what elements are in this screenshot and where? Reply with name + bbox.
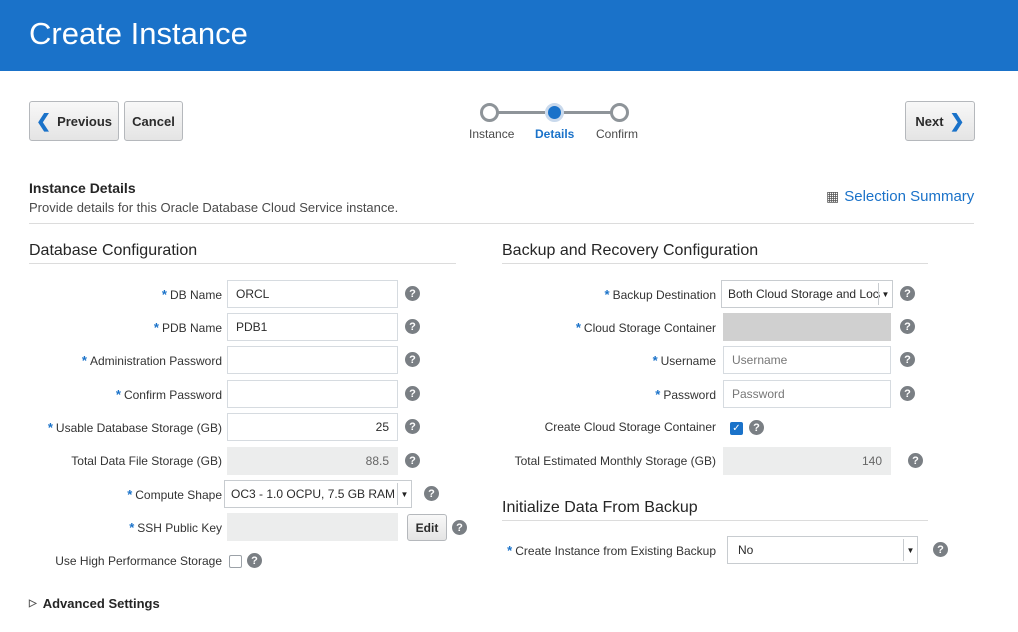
divider (29, 223, 974, 224)
divider (29, 263, 456, 264)
chevron-down-icon: ▼ (903, 539, 917, 561)
usable-storage-input[interactable]: 25 (227, 413, 398, 441)
admin-password-label: * Administration Password (81, 353, 222, 368)
backup-destination-label: * Backup Destination (604, 287, 716, 302)
high-perf-storage-label: Use High Performance Storage (55, 554, 222, 568)
train-connector (495, 111, 545, 114)
password-placeholder: Password (732, 387, 785, 401)
help-icon[interactable]: ? (908, 453, 923, 468)
usable-storage-label: * Usable Database Storage (GB) (47, 420, 222, 435)
triangle-right-icon: ▷ (29, 598, 37, 609)
page-title: Create Instance (29, 16, 248, 51)
total-data-storage-value: 88.5 (227, 447, 398, 475)
create-container-checkbox[interactable]: ✓ (730, 422, 743, 435)
help-icon[interactable]: ? (452, 520, 467, 535)
page-header: Create Instance (0, 0, 1018, 71)
help-icon[interactable]: ? (900, 286, 915, 301)
cloud-container-input[interactable] (723, 313, 891, 341)
admin-password-input[interactable] (227, 346, 398, 374)
train-stop-confirm[interactable] (610, 103, 629, 122)
monthly-storage-label: Total Estimated Monthly Storage (GB) (514, 454, 716, 468)
cancel-button[interactable]: Cancel (124, 101, 183, 141)
compute-shape-label: * Compute Shape (127, 487, 222, 502)
compute-shape-select[interactable]: OC3 - 1.0 OCPU, 7.5 GB RAM ▼ (224, 480, 412, 508)
train-stop-instance[interactable] (480, 103, 499, 122)
chevron-right-icon: ❯ (949, 111, 965, 131)
help-icon[interactable]: ? (405, 286, 420, 301)
selection-summary-link[interactable]: ▦ Selection Summary (826, 188, 974, 205)
previous-label: Previous (57, 113, 112, 129)
initialize-title: Initialize Data From Backup (502, 499, 698, 516)
username-placeholder: Username (732, 353, 788, 367)
database-config-title: Database Configuration (29, 242, 198, 259)
summary-icon: ▦ (826, 188, 840, 204)
chevron-down-icon: ▼ (397, 483, 411, 505)
username-label: * Username (652, 353, 716, 368)
edit-ssh-key-button[interactable]: Edit (407, 514, 447, 541)
train-stop-details[interactable] (545, 103, 564, 122)
confirm-password-input[interactable] (227, 380, 398, 408)
divider (502, 263, 928, 264)
help-icon[interactable]: ? (405, 352, 420, 367)
help-icon[interactable]: ? (405, 319, 420, 334)
ssh-key-value (227, 513, 398, 541)
compute-shape-value: OC3 - 1.0 OCPU, 7.5 GB RAM (231, 487, 396, 501)
help-icon[interactable]: ? (247, 553, 262, 568)
train-connector (562, 111, 612, 114)
pdb-name-input[interactable]: PDB1 (227, 313, 398, 341)
monthly-storage-value: 140 (723, 447, 891, 475)
train-label-instance[interactable]: Instance (469, 127, 514, 141)
advanced-settings-label: Advanced Settings (42, 596, 160, 611)
backup-config-title: Backup and Recovery Configuration (502, 242, 759, 259)
from-backup-value: No (738, 543, 754, 557)
help-icon[interactable]: ? (405, 386, 420, 401)
username-input[interactable]: Username (723, 346, 891, 374)
selection-summary-label: Selection Summary (844, 188, 975, 205)
cancel-label: Cancel (132, 113, 175, 129)
help-icon[interactable]: ? (424, 486, 439, 501)
backup-destination-select[interactable]: Both Cloud Storage and Loca ▼ (721, 280, 893, 308)
chevron-left-icon: ❮ (35, 111, 52, 131)
section-description: Provide details for this Oracle Database… (29, 200, 399, 215)
confirm-password-label: * Confirm Password (115, 387, 222, 402)
backup-destination-value: Both Cloud Storage and Loca (728, 287, 880, 301)
from-backup-select[interactable]: No ▼ (727, 536, 918, 564)
next-button[interactable]: Next ❯ (905, 101, 975, 141)
help-icon[interactable]: ? (405, 419, 420, 434)
create-container-label: Create Cloud Storage Container (544, 420, 716, 434)
train-label-details[interactable]: Details (535, 127, 574, 141)
divider (502, 520, 928, 521)
advanced-settings-toggle[interactable]: ▷ Advanced Settings (29, 596, 160, 611)
check-icon: ✓ (732, 423, 741, 434)
section-title: Instance Details (29, 180, 136, 196)
total-data-storage-label: Total Data File Storage (GB) (71, 454, 222, 468)
help-icon[interactable]: ? (900, 319, 915, 334)
chevron-down-icon: ▼ (878, 283, 892, 305)
help-icon[interactable]: ? (749, 420, 764, 435)
db-name-label: * DB Name (161, 287, 222, 302)
train-label-confirm[interactable]: Confirm (596, 127, 638, 141)
password-label: * Password (655, 387, 716, 402)
high-perf-storage-checkbox[interactable] (229, 555, 242, 568)
next-label: Next (915, 113, 944, 129)
password-input[interactable]: Password (723, 380, 891, 408)
db-name-input[interactable]: ORCL (227, 280, 398, 308)
help-icon[interactable]: ? (900, 352, 915, 367)
pdb-name-label: * PDB Name (153, 320, 222, 335)
help-icon[interactable]: ? (933, 542, 948, 557)
help-icon[interactable]: ? (405, 453, 420, 468)
previous-button[interactable]: ❮ Previous (29, 101, 119, 141)
help-icon[interactable]: ? (900, 386, 915, 401)
from-backup-label: * Create Instance from Existing Backup (507, 543, 716, 558)
cloud-container-label: * Cloud Storage Container (575, 320, 716, 335)
ssh-key-label: * SSH Public Key (129, 520, 222, 535)
